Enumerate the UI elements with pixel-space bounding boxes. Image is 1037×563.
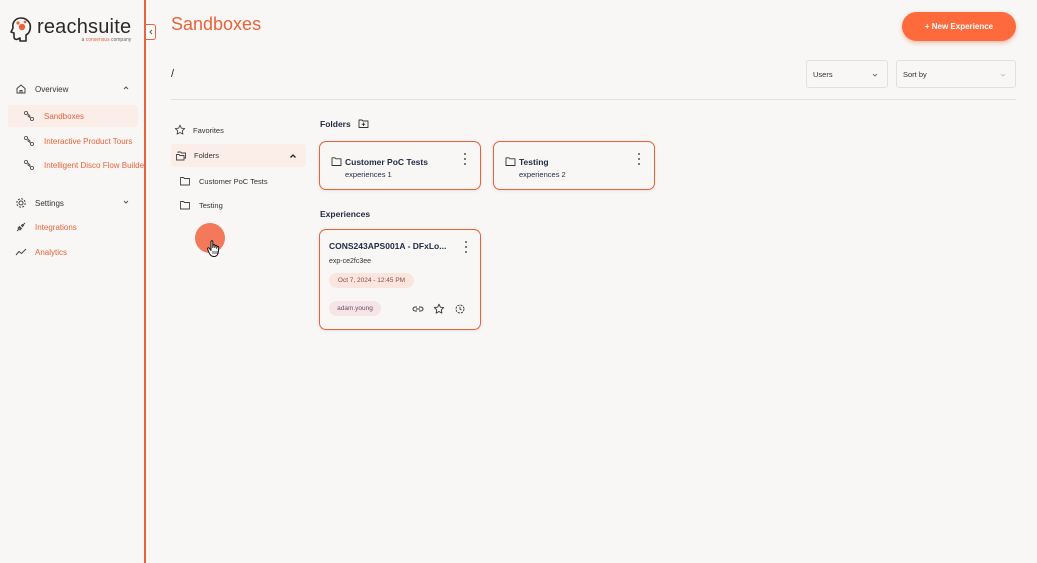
chevron-up-icon[interactable] <box>289 152 297 160</box>
chevron-down-icon <box>123 200 129 204</box>
collapse-sidebar-button[interactable] <box>146 24 156 40</box>
sidebar-item-label: Sandboxes <box>44 111 85 121</box>
more-options-icon[interactable] <box>637 153 641 165</box>
experience-card[interactable]: CONS243APS001A - DFxLo... exp-ce2fc3ee O… <box>319 229 481 330</box>
folder-icon <box>331 157 342 166</box>
sidebar-item-label: Intelligent Disco Flow Builder <box>44 160 146 170</box>
flow-icon <box>23 159 35 171</box>
folders-section-title: Folders <box>320 118 369 129</box>
favorite-star-icon[interactable] <box>433 303 445 315</box>
star-icon <box>174 124 186 136</box>
folder-name: Testing <box>519 157 549 167</box>
tree-item-label: Folders <box>194 151 220 160</box>
sidebar-item-label: Analytics <box>35 247 68 257</box>
folder-icon <box>179 175 191 187</box>
brand-tagline: a consensus company <box>81 37 132 43</box>
page-title: Sandboxes <box>171 14 262 34</box>
experience-name: CONS243APS001A - DFxLo... <box>329 241 447 251</box>
folder-count: experiences 2 <box>519 170 566 179</box>
folder-icon <box>505 157 516 166</box>
header-divider <box>171 99 1016 100</box>
add-folder-icon[interactable] <box>358 118 369 129</box>
more-options-icon[interactable] <box>464 241 468 253</box>
plug-icon <box>15 221 27 233</box>
sort-by-label: Sort by <box>903 69 927 79</box>
chevron-up-icon <box>123 86 129 90</box>
sidebar-item-intelligent-disco-flow-builder[interactable]: Intelligent Disco Flow Builder <box>0 154 146 176</box>
tree-folder-testing[interactable]: Testing <box>179 199 223 211</box>
users-filter-label: Users <box>813 69 833 79</box>
sidebar-group-overview[interactable]: Overview <box>0 78 146 100</box>
experience-date-badge: Oct 7, 2024 - 12:45 PM <box>329 273 414 288</box>
gear-icon <box>15 197 27 209</box>
hand-cursor-icon <box>207 240 220 257</box>
brand-logo[interactable]: reachsuite a consensus company <box>9 16 131 43</box>
experiences-section-title: Experiences <box>320 209 371 219</box>
tree-item-label: Customer PoC Tests <box>199 176 268 186</box>
history-icon[interactable] <box>454 303 466 315</box>
chevron-down-icon <box>1000 73 1006 77</box>
sidebar-item-interactive-product-tours[interactable]: Interactive Product Tours <box>0 130 146 152</box>
sidebar-group-label: Settings <box>35 198 64 208</box>
folders-icon <box>175 150 187 162</box>
folder-icon <box>179 199 191 211</box>
new-experience-button[interactable]: + New Experience <box>902 12 1016 41</box>
sidebar-group-settings[interactable]: Settings <box>0 192 146 214</box>
users-filter-select[interactable]: Users <box>806 60 888 88</box>
sidebar-item-analytics[interactable]: Analytics <box>0 241 146 263</box>
more-options-icon[interactable] <box>463 153 467 165</box>
folder-card-customer-poc-tests[interactable]: Customer PoC Tests experiences 1 <box>319 141 481 190</box>
home-icon <box>15 83 27 95</box>
tree-item-favorites[interactable]: Favorites <box>174 124 224 136</box>
sidebar-item-label: Interactive Product Tours <box>44 136 133 146</box>
tree-item-label: Favorites <box>193 125 224 135</box>
sort-by-select[interactable]: Sort by <box>896 60 1016 88</box>
sidebar: reachsuite a consensus company Overview … <box>0 0 146 563</box>
folder-card-testing[interactable]: Testing experiences 2 <box>493 141 655 190</box>
flow-icon <box>23 110 35 122</box>
tree-folder-customer-poc-tests[interactable]: Customer PoC Tests <box>179 175 268 187</box>
brand-name: reachsuite <box>37 16 132 38</box>
link-icon[interactable] <box>412 303 424 315</box>
experience-owner-badge: adam.young <box>329 301 381 316</box>
sidebar-item-integrations[interactable]: Integrations <box>0 216 146 238</box>
sidebar-item-label: Integrations <box>35 222 77 232</box>
tree-item-folders[interactable]: Folders <box>171 144 306 167</box>
breadcrumb[interactable]: / <box>171 68 174 80</box>
folder-count: experiences 1 <box>345 170 392 179</box>
folder-name: Customer PoC Tests <box>345 157 428 167</box>
tree-item-label: Testing <box>199 200 223 210</box>
experience-id: exp-ce2fc3ee <box>329 258 372 265</box>
section-title-label: Folders <box>320 118 351 129</box>
trend-icon <box>15 246 27 258</box>
sidebar-item-sandboxes[interactable]: Sandboxes <box>8 105 138 127</box>
chevron-left-icon <box>148 29 152 35</box>
flow-icon <box>23 135 35 147</box>
chevron-down-icon <box>872 73 878 77</box>
sidebar-group-label: Overview <box>35 84 69 94</box>
reachsuite-logo-icon <box>10 17 32 42</box>
